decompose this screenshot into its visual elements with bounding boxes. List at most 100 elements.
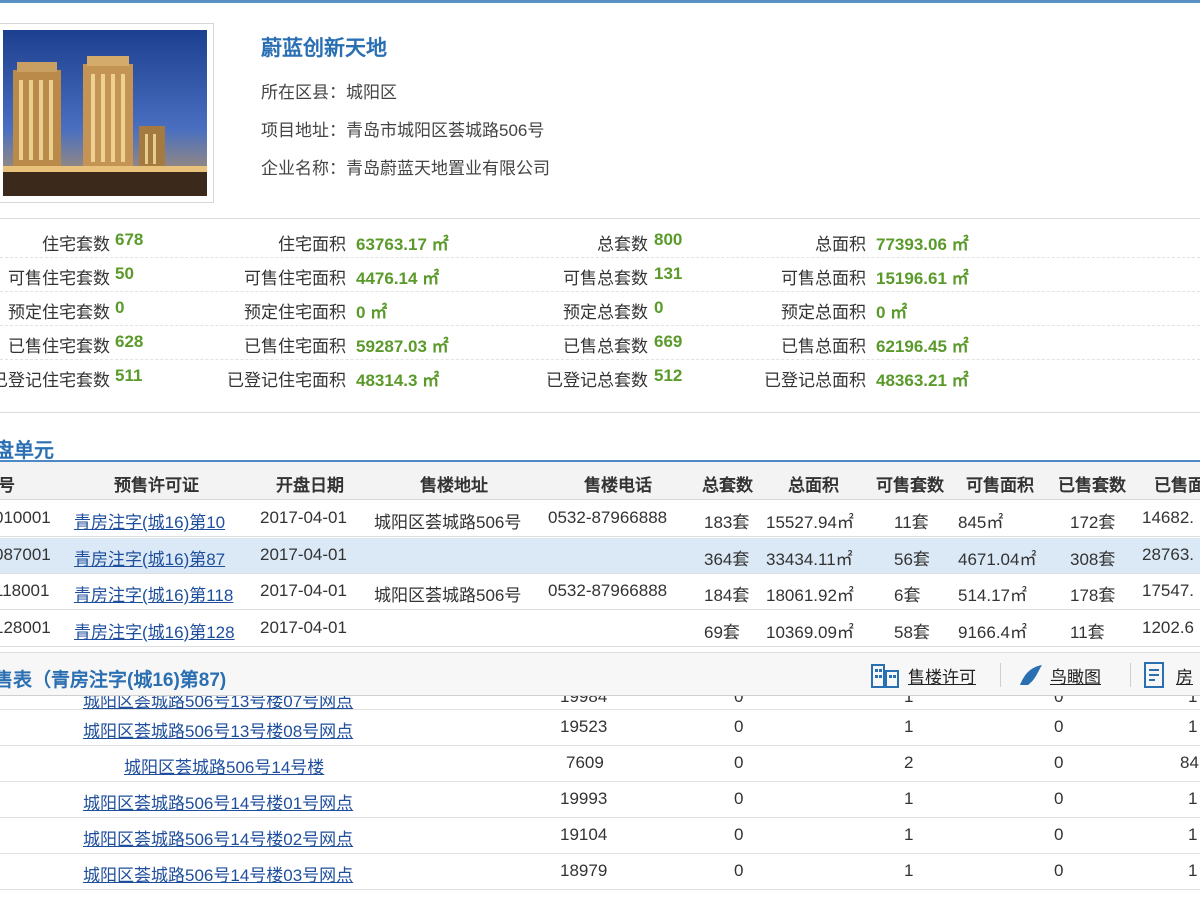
table-row[interactable]: 128001 青房注字(城16)第128 2017-04-01 69套 10369.09… — [0, 611, 1200, 647]
summary-label: 已登记住宅套数 — [0, 371, 110, 390]
col-header-total-area: 总面积 — [788, 476, 839, 495]
aerial-view-link[interactable]: 鸟瞰图 — [1050, 663, 1101, 688]
table-row: 城阳区荟城路506号14号楼03号网点 18979 0 1 0 1 — [0, 854, 1200, 890]
unit-id: 128001 — [0, 617, 51, 637]
table-row[interactable]: 087001 青房注字(城16)第87 2017-04-01 364套 33434.11… — [0, 537, 1200, 574]
summary-label: 可售总套数 — [563, 269, 648, 288]
building-area: 19984 — [560, 696, 608, 706]
sales-phone: 0532-87966888 — [548, 581, 668, 600]
summary-value: 77393.06 ㎡ — [876, 235, 969, 254]
sales-phone: 0532-87966888 — [548, 508, 668, 527]
total-units: 183套 — [704, 513, 750, 532]
summary-bottom-divider — [0, 412, 1200, 413]
building-col-1: 0 — [734, 753, 744, 772]
summary-value: 0 ㎡ — [876, 303, 908, 322]
available-area: 845㎡ — [958, 513, 1004, 532]
toolbar-divider — [1000, 663, 1001, 687]
open-date: 2017-04-01 — [260, 581, 347, 600]
table-row: 城阳区荟城路506号14号楼02号网点 19104 0 1 0 1 — [0, 818, 1200, 854]
document-icon[interactable] — [1142, 661, 1168, 694]
open-date: 2017-04-01 — [260, 508, 347, 527]
summary-value: 800 — [654, 230, 683, 249]
building-col-1: 0 — [734, 861, 744, 880]
col-header-sold-area: 已售面 — [1154, 476, 1200, 495]
summary-label: 预定住宅套数 — [8, 303, 110, 322]
summary-row: 可售住宅套数 50 可售住宅面积 4476.14 ㎡ 可售总套数 131 可售总面积 1519… — [0, 258, 1200, 292]
unit-id: 118001 — [0, 581, 50, 600]
units-section-title: 盘单元 — [0, 440, 54, 462]
summary-value: 62196.45 ㎡ — [876, 337, 969, 356]
unit-id: 010001 — [0, 508, 51, 527]
permit-link[interactable]: 青房注字(城16)第10 — [74, 508, 225, 533]
table-row[interactable]: 118001 青房注字(城16)第118 2017-04-01 城阳区荟城路506号 0… — [0, 574, 1200, 610]
summary-label: 可售住宅面积 — [244, 269, 346, 288]
bird-icon[interactable] — [1016, 661, 1046, 694]
project-name: 蔚蓝创新天地 — [261, 37, 387, 60]
col-header-address: 售楼地址 — [420, 476, 488, 495]
col-header-avail-units: 可售套数 — [876, 476, 944, 495]
permit-link[interactable]: 青房注字(城16)第118 — [74, 581, 233, 606]
sales-address: 城阳区荟城路506号 — [374, 513, 522, 532]
building-col-1: 0 — [734, 825, 744, 844]
table-row[interactable]: 010001 青房注字(城16)第10 2017-04-01 城阳区荟城路506号 05… — [0, 501, 1200, 537]
building-icon[interactable] — [870, 661, 902, 694]
total-area: 33434.11㎡ — [766, 549, 853, 569]
col-header-phone: 售楼电话 — [584, 476, 652, 495]
table-row: 城阳区荟城路506号13号楼08号网点 19523 0 1 0 1 — [0, 710, 1200, 746]
col-header-total-units: 总套数 — [702, 476, 753, 495]
permit-link[interactable]: 青房注字(城16)第87 — [74, 545, 225, 570]
building-link[interactable]: 城阳区荟城路506号14号楼03号网点 — [83, 861, 353, 886]
building-col-2: 1 — [904, 696, 914, 706]
summary-value: 678 — [115, 230, 144, 249]
building-link[interactable]: 城阳区荟城路506号14号楼02号网点 — [83, 825, 353, 850]
toolbar-divider — [1130, 663, 1131, 687]
building-link[interactable]: 城阳区荟城路506号14号楼01号网点 — [83, 789, 353, 814]
building-area: 19523 — [560, 717, 608, 736]
building-col-4: 1 — [1188, 789, 1198, 808]
building-col-3: 0 — [1054, 696, 1064, 706]
total-area: 10369.09㎡ — [766, 622, 854, 642]
summary-label: 预定总套数 — [563, 303, 648, 322]
building-col-1: 0 — [734, 696, 744, 706]
summary-label: 已售总套数 — [563, 337, 648, 356]
summary-row: 住宅套数 678 住宅面积 63763.17 ㎡ 总套数 800 总面积 77393.06 ㎡ — [0, 224, 1200, 258]
table-row: 城阳区荟城路506号14号楼 7609 0 2 0 84 — [0, 746, 1200, 782]
col-header-permit: 预售许可证 — [114, 476, 199, 495]
building-col-3: 0 — [1054, 825, 1064, 844]
sales-permit-link[interactable]: 售楼许可 — [908, 663, 976, 688]
building-col-4: 1 — [1188, 717, 1198, 736]
building-area: 18979 — [560, 861, 608, 880]
sold-area: 14682. — [1142, 508, 1194, 527]
top-rule — [0, 0, 1200, 3]
col-header-id: 号 — [0, 476, 15, 495]
summary-value: 4476.14 ㎡ — [356, 269, 440, 288]
total-units: 184套 — [704, 586, 750, 605]
building-panel-header: 售表（青房注字(城16)第87) 售楼许可 鸟瞰图 房 — [0, 652, 1200, 696]
col-header-sold-units: 已售套数 — [1058, 476, 1126, 495]
summary-label: 已售总面积 — [781, 337, 866, 356]
summary-value: 63763.17 ㎡ — [356, 235, 449, 254]
building-link[interactable]: 城阳区荟城路506号13号楼07号网点 — [83, 696, 353, 709]
building-col-2: 1 — [904, 825, 914, 844]
building-col-2: 1 — [904, 717, 914, 736]
project-photo[interactable] — [0, 23, 214, 203]
summary-label: 已售住宅面积 — [244, 337, 346, 356]
building-link[interactable]: 城阳区荟城路506号14号楼 — [124, 753, 324, 778]
total-units: 69套 — [704, 622, 740, 642]
available-units: 6套 — [894, 586, 921, 605]
permit-link[interactable]: 青房注字(城16)第128 — [74, 618, 235, 643]
floor-plan-link[interactable]: 房 — [1176, 663, 1193, 688]
summary-label: 总面积 — [815, 235, 866, 254]
summary-value: 669 — [654, 332, 683, 351]
summary-value: 50 — [115, 264, 134, 283]
total-units: 364套 — [704, 549, 750, 569]
building-area: 19104 — [560, 825, 608, 844]
summary-label: 已登记总面积 — [764, 371, 866, 390]
total-area: 18061.92㎡ — [766, 586, 854, 605]
building-link[interactable]: 城阳区荟城路506号13号楼08号网点 — [83, 717, 353, 742]
summary-value: 0 — [115, 298, 125, 317]
project-address: 项目地址：青岛市城阳区荟城路506号 — [261, 121, 545, 140]
summary-label: 可售住宅套数 — [8, 269, 110, 288]
summary-label: 已登记总套数 — [546, 371, 648, 390]
summary-label: 可售总面积 — [781, 269, 866, 288]
